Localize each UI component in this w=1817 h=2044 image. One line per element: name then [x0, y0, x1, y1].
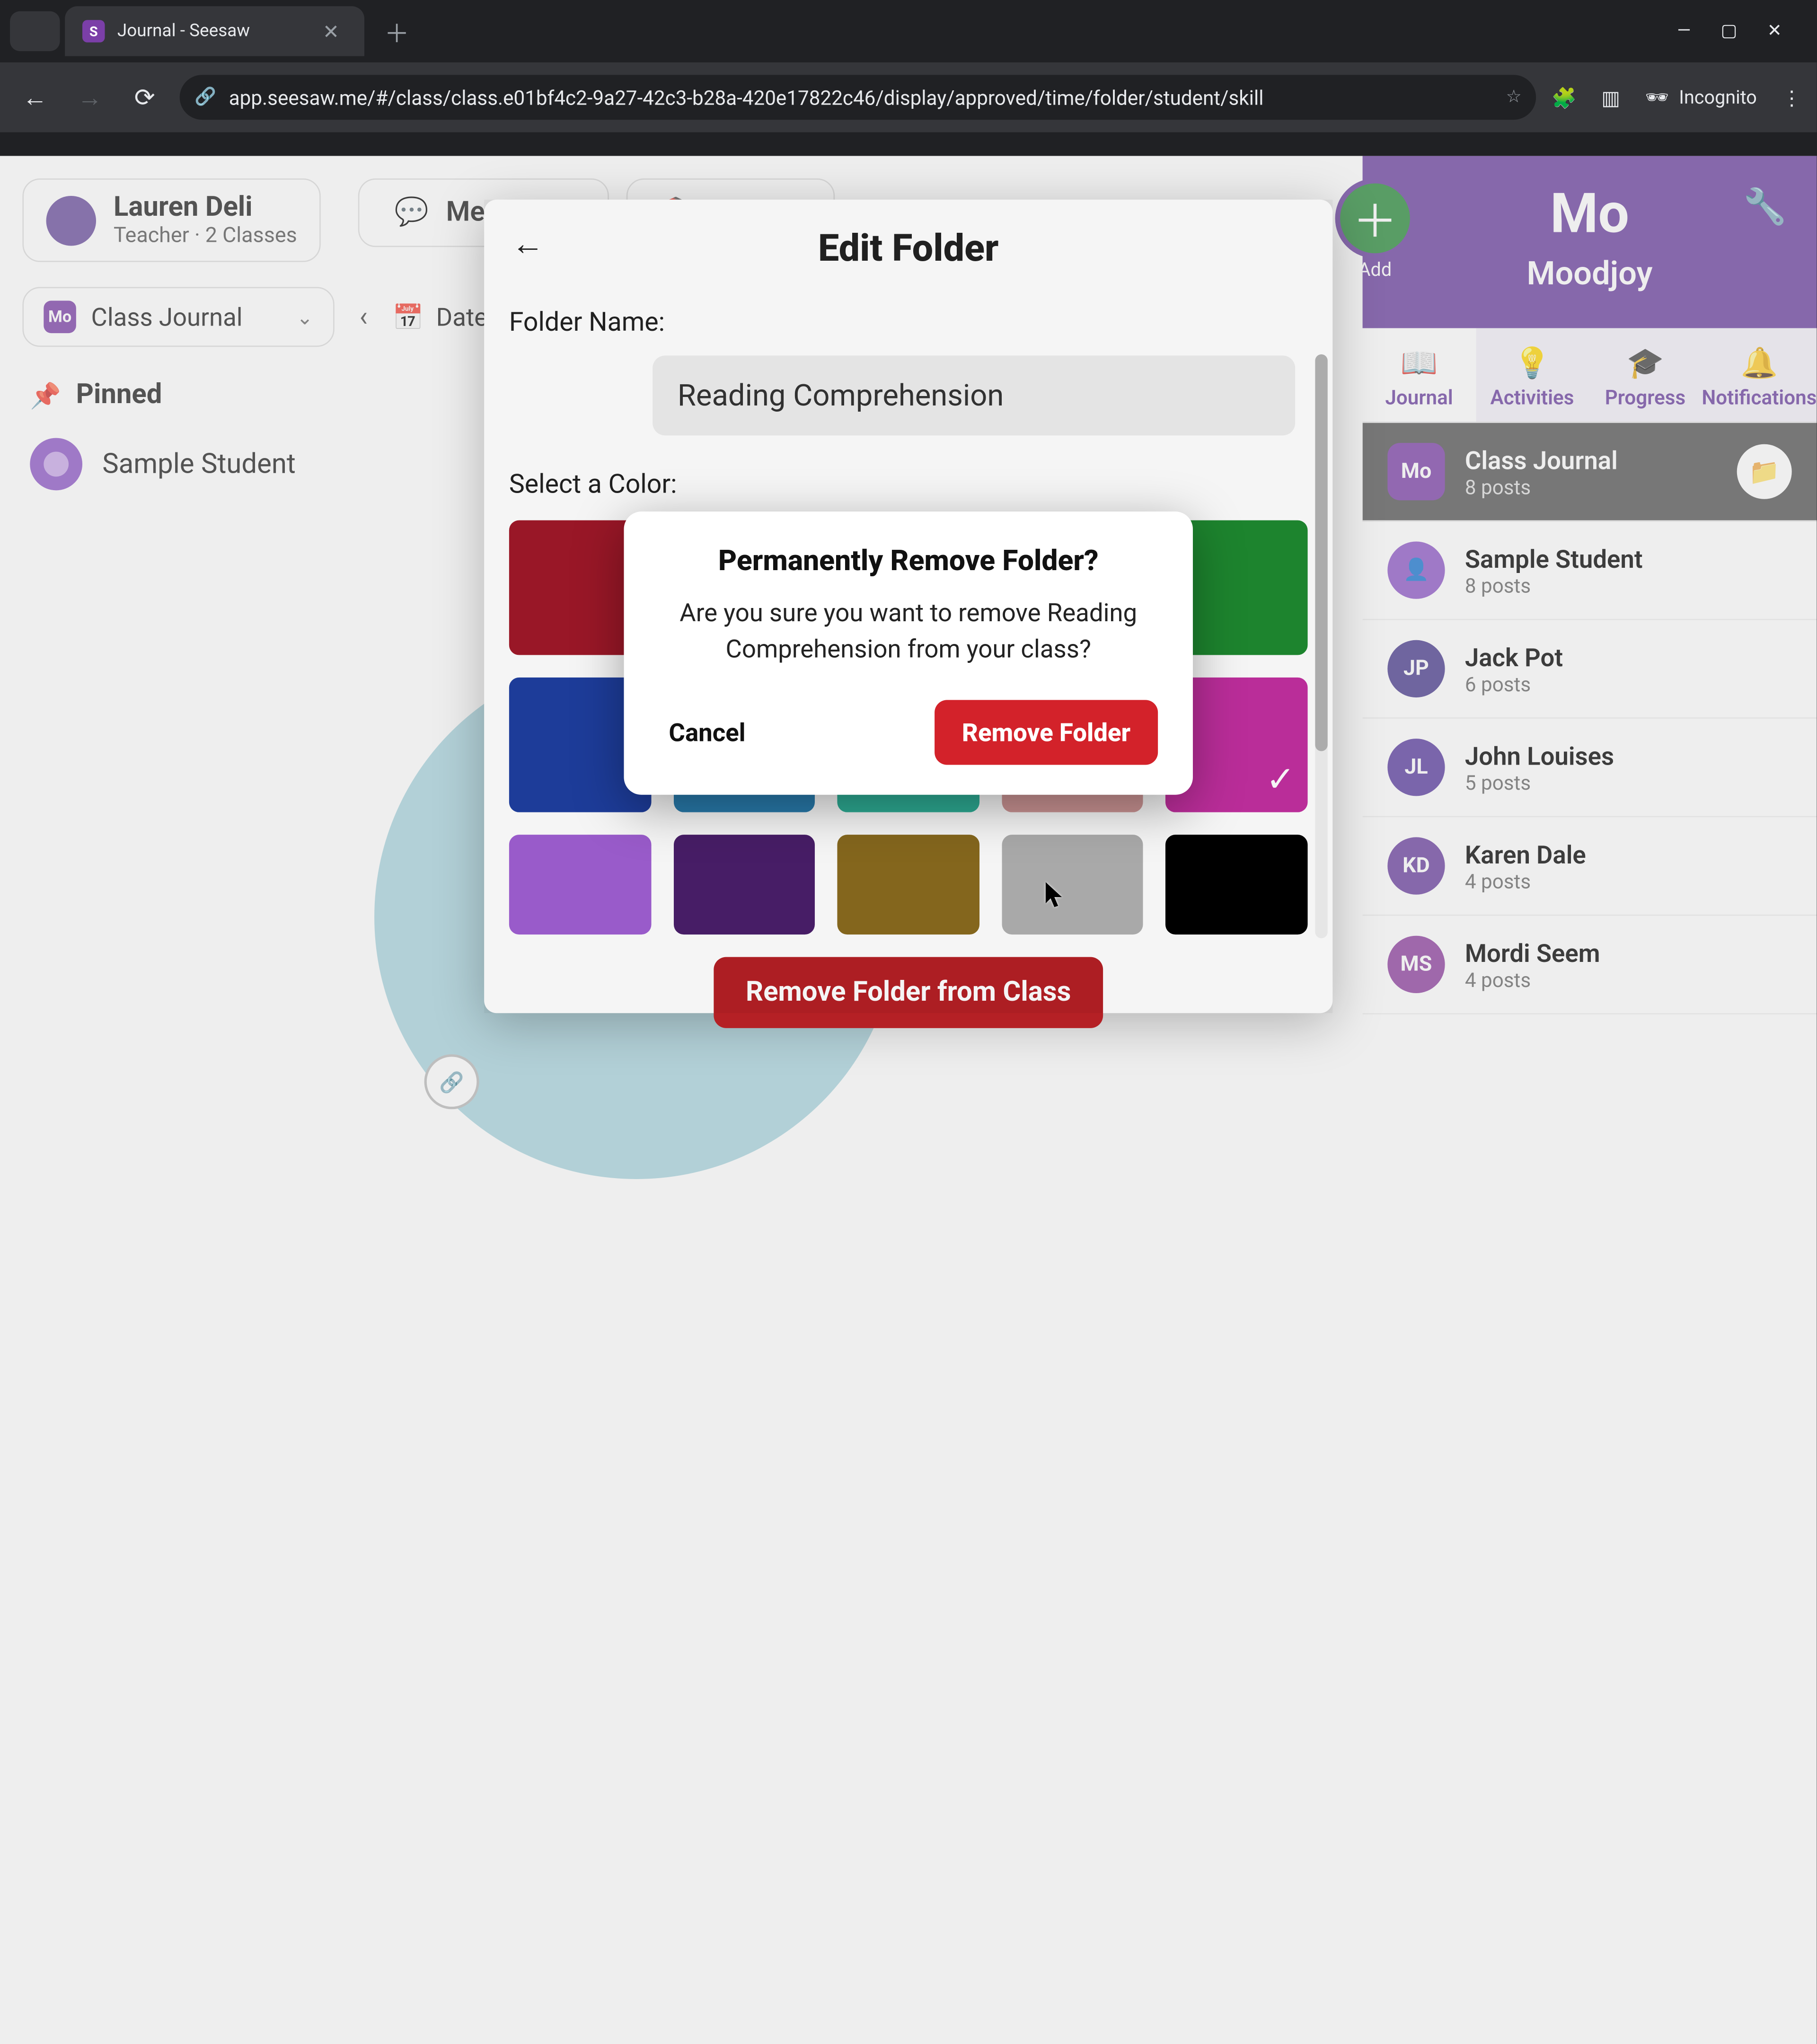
- item-avatar: JP: [1387, 640, 1445, 697]
- journal-dropdown-label: Class Journal: [91, 302, 282, 332]
- list-item[interactable]: Mo Class Journal8 posts 📁: [1363, 423, 1817, 521]
- student-name: Sample Student: [102, 449, 296, 480]
- journal-dropdown[interactable]: Mo Class Journal ⌄: [22, 287, 334, 347]
- modal-back-button[interactable]: ←: [512, 225, 544, 264]
- address-bar[interactable]: 🔗 app.seesaw.me/#/class/class.e01bf4c2-9…: [180, 75, 1537, 120]
- confirm-dialog: Permanently Remove Folder? Are you sure …: [624, 511, 1193, 795]
- activities-icon: 💡: [1476, 345, 1589, 380]
- select-color-label: Select a Color:: [509, 470, 1308, 500]
- scrollbar-thumb[interactable]: [1315, 354, 1327, 751]
- incognito-label: Incognito: [1679, 86, 1757, 108]
- messages-icon: 💬: [394, 197, 428, 229]
- item-avatar: KD: [1387, 837, 1445, 894]
- reload-button[interactable]: ⟳: [125, 77, 165, 117]
- tab-journal[interactable]: 📖Journal: [1363, 328, 1476, 422]
- list-item[interactable]: JL John Louises5 posts: [1363, 719, 1817, 817]
- site-info-icon[interactable]: 🔗: [194, 88, 216, 107]
- cursor-icon: [1046, 882, 1066, 909]
- folder-icon[interactable]: 📁: [1737, 444, 1792, 499]
- item-avatar: JL: [1387, 739, 1445, 796]
- side-panel-icon[interactable]: ▥: [1601, 86, 1620, 109]
- tab-search-button[interactable]: [10, 11, 60, 51]
- class-name: Moodjoy: [1363, 246, 1817, 293]
- folder-name-label: Folder Name:: [509, 308, 1308, 338]
- pin-icon: 📌: [30, 380, 61, 410]
- browser-menu-icon[interactable]: ⋮: [1782, 86, 1802, 109]
- journal-icon: 📖: [1363, 345, 1476, 380]
- dates-prev-button[interactable]: ‹: [352, 301, 375, 333]
- mo-badge: Mo: [44, 301, 76, 334]
- list-item[interactable]: 👤 Sample Student8 posts: [1363, 521, 1817, 620]
- tab-progress[interactable]: 🎓Progress: [1588, 328, 1702, 422]
- confirm-body: Are you sure you want to remove Reading …: [659, 595, 1158, 668]
- browser-tab[interactable]: S Journal - Seesaw ✕: [65, 6, 364, 56]
- forward-button[interactable]: →: [70, 77, 110, 117]
- back-button[interactable]: ←: [15, 77, 55, 117]
- bookmark-star-icon[interactable]: ☆: [1506, 88, 1522, 107]
- check-icon: ✓: [1266, 758, 1295, 800]
- url-text: app.seesaw.me/#/class/class.e01bf4c2-9a2…: [229, 86, 1493, 109]
- modal-title: Edit Folder: [818, 227, 999, 271]
- confirm-title: Permanently Remove Folder?: [659, 544, 1158, 578]
- tab-notifications[interactable]: 🔔Notifications: [1702, 328, 1817, 422]
- right-tabs: 📖Journal 💡Activities 🎓Progress 🔔Notifica…: [1363, 328, 1817, 423]
- list-item[interactable]: KD Karen Dale4 posts: [1363, 817, 1817, 916]
- add-label: Add: [1335, 258, 1415, 281]
- color-swatch[interactable]: [673, 835, 815, 934]
- minimize-button[interactable]: —: [1677, 21, 1691, 41]
- close-window-button[interactable]: ✕: [1767, 21, 1782, 41]
- tab-title: Journal - Seesaw: [117, 21, 303, 41]
- journal-list[interactable]: Mo Class Journal8 posts 📁 👤 Sample Stude…: [1363, 423, 1817, 2044]
- calendar-icon: 📅: [393, 302, 424, 332]
- cancel-button[interactable]: Cancel: [659, 703, 755, 763]
- remove-folder-from-class-button[interactable]: Remove Folder from Class: [713, 957, 1103, 1028]
- item-avatar: 👤: [1387, 541, 1445, 599]
- window-controls: — ▢ ✕: [1677, 21, 1807, 41]
- user-avatar: [46, 195, 96, 245]
- pinned-label: Pinned: [76, 379, 162, 411]
- color-swatch[interactable]: [838, 835, 979, 934]
- new-tab-button[interactable]: ＋: [370, 13, 424, 49]
- bell-icon: 🔔: [1702, 345, 1817, 380]
- item-avatar: Mo: [1387, 443, 1445, 500]
- browser-chrome: S Journal - Seesaw ✕ ＋ — ▢ ✕ ← → ⟳ 🔗 app…: [0, 0, 1817, 156]
- class-header: ＋ Add Mo Moodjoy 🔧: [1363, 156, 1817, 328]
- list-item[interactable]: MS Mordi Seem4 posts: [1363, 916, 1817, 1014]
- link-attachment-icon[interactable]: 🔗: [424, 1054, 479, 1109]
- user-name: Lauren Deli: [114, 192, 297, 223]
- color-swatch[interactable]: [1166, 835, 1308, 934]
- user-card[interactable]: Lauren Deli Teacher · 2 Classes: [22, 178, 320, 262]
- progress-icon: 🎓: [1588, 345, 1702, 380]
- modal-scrollbar[interactable]: [1315, 354, 1327, 938]
- color-swatch[interactable]: [1002, 835, 1144, 934]
- right-column: ＋ Add Mo Moodjoy 🔧 📖Journal 💡Activities …: [1363, 156, 1817, 2044]
- maximize-button[interactable]: ▢: [1721, 21, 1738, 41]
- color-swatch[interactable]: [509, 835, 651, 934]
- app-root: Lauren Deli Teacher · 2 Classes 💬 Messag…: [0, 156, 1817, 2044]
- chevron-down-icon: ⌄: [297, 305, 313, 329]
- student-avatar: [30, 438, 82, 491]
- tab-bar: S Journal - Seesaw ✕ ＋ — ▢ ✕: [0, 0, 1817, 62]
- add-button[interactable]: ＋: [1335, 178, 1415, 258]
- item-avatar: MS: [1387, 936, 1445, 993]
- folder-name-input[interactable]: [653, 356, 1295, 436]
- extensions-icon[interactable]: 🧩: [1552, 86, 1577, 109]
- person-icon: 👤: [1403, 558, 1429, 583]
- seesaw-favicon: S: [82, 20, 105, 42]
- incognito-icon: 🕶: [1645, 86, 1669, 108]
- user-role: Teacher · 2 Classes: [114, 223, 297, 248]
- incognito-badge[interactable]: 🕶 Incognito: [1645, 86, 1757, 108]
- list-item[interactable]: JP Jack Pot6 posts: [1363, 620, 1817, 719]
- nav-bar: ← → ⟳ 🔗 app.seesaw.me/#/class/class.e01b…: [0, 62, 1817, 132]
- settings-wrench-icon[interactable]: 🔧: [1743, 186, 1787, 227]
- tab-close-button[interactable]: ✕: [315, 17, 347, 46]
- remove-folder-button[interactable]: Remove Folder: [935, 700, 1158, 765]
- tab-activities[interactable]: 💡Activities: [1476, 328, 1589, 422]
